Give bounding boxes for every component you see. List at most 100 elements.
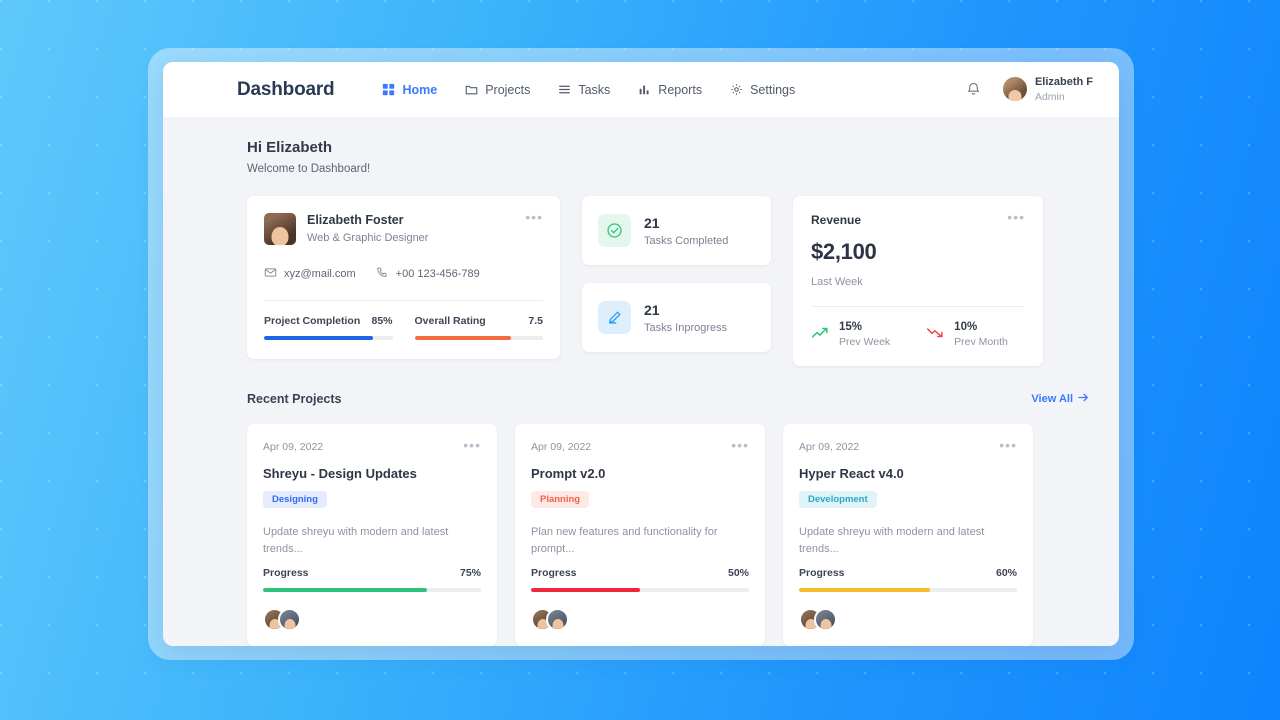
trend-percent: 15% — [839, 321, 863, 333]
avatar — [814, 608, 837, 631]
progress-track — [799, 588, 1017, 592]
profile-contact: xyz@mail.com +00 123-456-789 — [264, 266, 543, 282]
project-title: Prompt v2.0 — [531, 466, 606, 481]
gear-icon — [730, 83, 743, 96]
stat-project-completion: Project Completion 85% — [264, 315, 393, 340]
stat-label: Project Completion — [264, 315, 361, 327]
project-title: Shreyu - Design Updates — [263, 466, 417, 481]
stat-value: 7.5 — [528, 315, 543, 327]
progress-value: 50% — [727, 567, 749, 579]
nav-item-settings[interactable]: Settings — [730, 83, 795, 97]
nav-label-settings: Settings — [750, 82, 796, 97]
bell-icon[interactable] — [966, 81, 981, 97]
project-card[interactable]: Apr 09, 2022 ••• Prompt v2.0 Planning Pl… — [515, 424, 765, 646]
progress-track — [264, 336, 393, 340]
revenue-card: Revenue ••• $2,100 Last Week 15% Prev We… — [793, 196, 1043, 366]
progress-fill — [414, 336, 511, 340]
nav-item-home[interactable]: Home — [382, 83, 437, 97]
progress-fill — [799, 588, 930, 592]
progress-label: Progress — [531, 567, 577, 579]
profile-divider — [264, 300, 543, 301]
nav-item-tasks[interactable]: Tasks — [558, 83, 610, 97]
status-badge: Planning — [531, 491, 590, 508]
view-all-link[interactable]: View All — [1031, 393, 1089, 405]
progress-track — [531, 588, 749, 592]
stat-value: 85% — [371, 315, 393, 327]
greeting-subtitle: Welcome to Dashboard! — [247, 163, 371, 175]
revenue-amount: $2,100 — [811, 239, 877, 264]
more-horizontal-icon[interactable]: ••• — [463, 438, 481, 452]
task-count: 21 — [644, 214, 660, 231]
task-card-inprogress: 21 Tasks Inprogress — [582, 283, 771, 352]
trend-label: Prev Month — [954, 336, 1008, 348]
revenue-divider — [811, 306, 1025, 307]
profile-phone[interactable]: +00 123-456-789 — [376, 266, 480, 282]
project-title: Hyper React v4.0 — [799, 466, 904, 481]
top-navigation-bar: Dashboard Home Projects Tasks Reports Se… — [163, 62, 1119, 117]
more-horizontal-icon[interactable]: ••• — [999, 438, 1017, 452]
more-horizontal-icon[interactable]: ••• — [525, 210, 543, 224]
project-members — [799, 608, 1017, 631]
greeting-title: Hi Elizabeth — [247, 139, 333, 156]
nav-label-projects: Projects — [485, 82, 531, 97]
trend-down-icon — [926, 325, 945, 345]
profile-role: Web & Graphic Designer — [307, 232, 429, 244]
profile-header: Elizabeth Foster Web & Graphic Designer … — [264, 210, 543, 245]
progress-label: Progress — [799, 567, 845, 579]
nav-item-reports[interactable]: Reports — [638, 83, 702, 97]
section-title: Recent Projects — [247, 392, 342, 406]
header-right-zone: Elizabeth F Admin — [966, 75, 1093, 104]
pencil-icon — [598, 301, 631, 334]
profile-stats: Project Completion 85% Overall Rating 7.… — [264, 315, 543, 340]
more-horizontal-icon[interactable]: ••• — [1007, 210, 1025, 224]
status-badge: Designing — [263, 491, 327, 508]
revenue-header: Revenue ••• — [811, 210, 1025, 227]
check-circle-icon — [598, 214, 631, 247]
phone-icon — [376, 266, 389, 282]
task-label: Tasks Inprogress — [644, 321, 728, 334]
view-all-label: View All — [1031, 393, 1073, 405]
stat-label: Overall Rating — [414, 315, 486, 327]
stat-overall-rating: Overall Rating 7.5 — [414, 315, 543, 340]
project-description: Update shreyu with modern and latest tre… — [263, 526, 449, 556]
progress-track — [263, 588, 481, 592]
task-card-completed: 21 Tasks Completed — [582, 196, 771, 265]
project-cards-row: Apr 09, 2022 ••• Shreyu - Design Updates… — [247, 424, 1089, 646]
brand-title: Dashboard — [237, 78, 335, 100]
revenue-trends: 15% Prev Week 10% Prev Month — [811, 321, 1025, 348]
avatar — [1002, 77, 1027, 102]
more-horizontal-icon[interactable]: ••• — [731, 438, 749, 452]
trend-prev-week: 15% Prev Week — [811, 321, 890, 348]
main-content: Hi Elizabeth Welcome to Dashboard! Eliza… — [163, 117, 1119, 646]
progress-fill — [264, 336, 374, 340]
task-label: Tasks Completed — [644, 234, 729, 247]
main-nav: Home Projects Tasks Reports Settings — [382, 83, 795, 97]
project-card[interactable]: Apr 09, 2022 ••• Shreyu - Design Updates… — [247, 424, 497, 646]
user-menu[interactable]: Elizabeth F Admin — [1002, 75, 1093, 104]
recent-projects-header: Recent Projects View All — [247, 392, 1089, 406]
profile-avatar — [264, 213, 296, 245]
trend-label: Prev Week — [839, 336, 891, 348]
folder-icon — [465, 83, 478, 96]
mail-icon — [264, 266, 277, 282]
project-description: Plan new features and functionality for … — [531, 526, 718, 556]
project-card[interactable]: Apr 09, 2022 ••• Hyper React v4.0 Develo… — [783, 424, 1033, 646]
project-date: Apr 09, 2022 — [799, 441, 860, 453]
profile-card: Elizabeth Foster Web & Graphic Designer … — [247, 196, 560, 359]
task-count: 21 — [644, 301, 660, 318]
progress-track — [414, 336, 543, 340]
profile-email[interactable]: xyz@mail.com — [264, 266, 356, 282]
progress-value: 60% — [995, 567, 1017, 579]
profile-name: Elizabeth Foster — [307, 213, 404, 227]
profile-email-text: xyz@mail.com — [284, 268, 356, 280]
project-date: Apr 09, 2022 — [263, 441, 324, 453]
progress-value: 75% — [459, 567, 481, 579]
user-name: Elizabeth F — [1034, 75, 1093, 88]
revenue-title: Revenue — [811, 213, 862, 227]
trend-prev-month: 10% Prev Month — [926, 321, 1008, 348]
nav-item-projects[interactable]: Projects — [465, 83, 530, 97]
grid-icon — [382, 83, 395, 96]
task-stats-column: 21 Tasks Completed 21 Tasks Inprogress — [582, 196, 771, 352]
profile-phone-text: +00 123-456-789 — [395, 268, 480, 280]
status-badge: Development — [799, 491, 877, 508]
